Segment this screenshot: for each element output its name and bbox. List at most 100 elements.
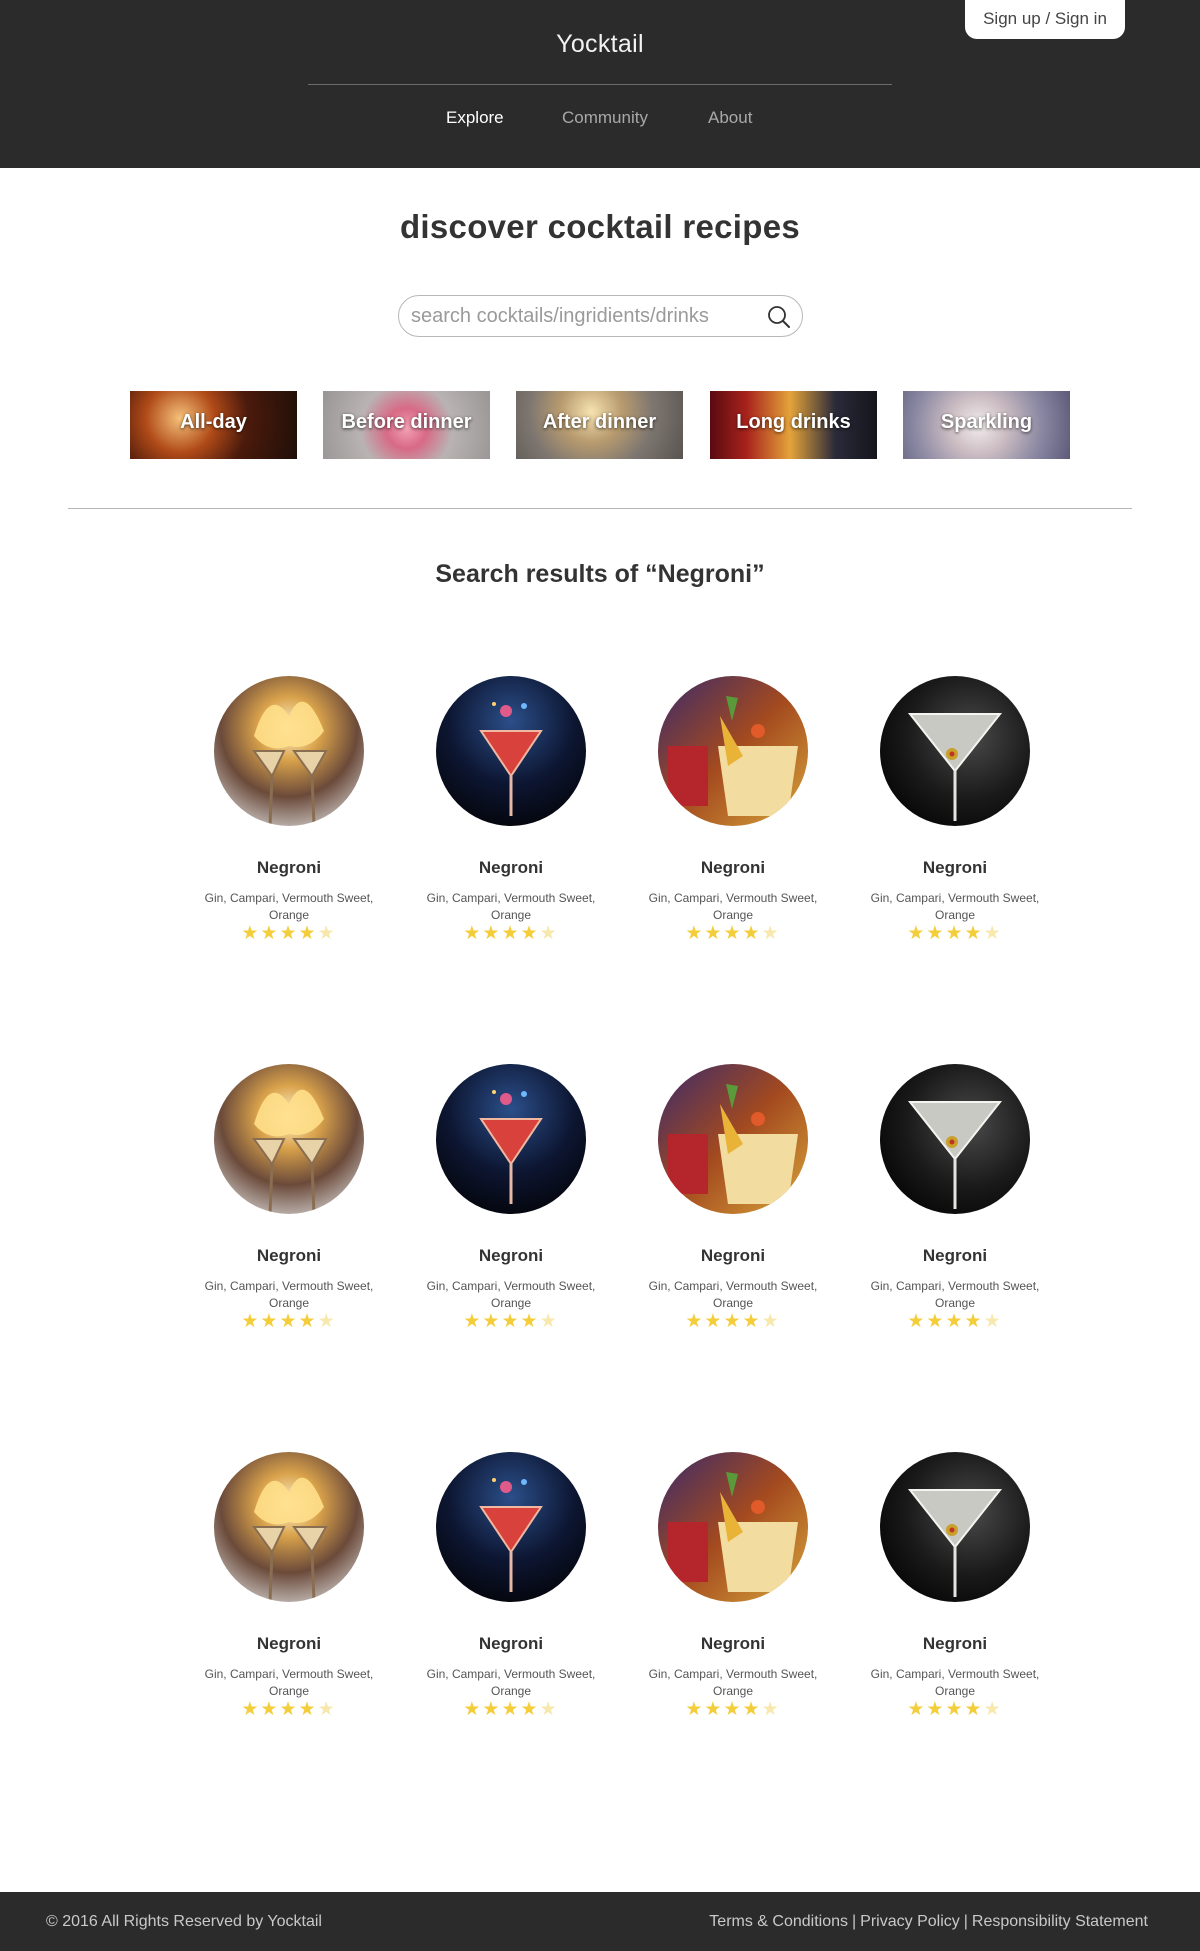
star-icon[interactable]: ★: [926, 1699, 945, 1720]
star-rating[interactable]: ★★★★★: [388, 1310, 634, 1333]
star-icon[interactable]: ★: [685, 1311, 704, 1332]
star-icon[interactable]: ★: [279, 923, 298, 944]
star-icon[interactable]: ★: [704, 1699, 723, 1720]
star-icon[interactable]: ★: [463, 1699, 482, 1720]
star-rating[interactable]: ★★★★★: [832, 922, 1078, 945]
cocktail-image[interactable]: [658, 676, 808, 826]
star-icon[interactable]: ★: [279, 1699, 298, 1720]
star-icon[interactable]: ★: [704, 1311, 723, 1332]
cocktail-name[interactable]: Negroni: [610, 1634, 856, 1654]
cocktail-image[interactable]: [214, 676, 364, 826]
star-icon[interactable]: ★: [241, 1311, 260, 1332]
search-icon[interactable]: [766, 304, 792, 330]
star-rating[interactable]: ★★★★★: [610, 1698, 856, 1721]
star-rating[interactable]: ★★★★★: [388, 1698, 634, 1721]
cocktail-name[interactable]: Negroni: [166, 1634, 412, 1654]
star-icon[interactable]: ★: [521, 923, 540, 944]
star-icon[interactable]: ★: [965, 1311, 984, 1332]
star-icon[interactable]: ★: [540, 923, 559, 944]
cocktail-image[interactable]: [436, 1064, 586, 1214]
star-rating[interactable]: ★★★★★: [388, 922, 634, 945]
star-icon[interactable]: ★: [318, 923, 337, 944]
star-icon[interactable]: ★: [279, 1311, 298, 1332]
star-icon[interactable]: ★: [926, 1311, 945, 1332]
star-icon[interactable]: ★: [482, 1699, 501, 1720]
cocktail-image[interactable]: [436, 1452, 586, 1602]
star-icon[interactable]: ★: [685, 923, 704, 944]
star-icon[interactable]: ★: [501, 923, 520, 944]
category-long-drinks[interactable]: Long drinks: [710, 391, 877, 459]
responsibility-link[interactable]: Responsibility Statement: [972, 1913, 1148, 1930]
star-icon[interactable]: ★: [540, 1699, 559, 1720]
star-icon[interactable]: ★: [501, 1311, 520, 1332]
star-icon[interactable]: ★: [723, 1311, 742, 1332]
category-all-day[interactable]: All-day: [130, 391, 297, 459]
star-icon[interactable]: ★: [299, 1311, 318, 1332]
star-icon[interactable]: ★: [521, 1699, 540, 1720]
star-rating[interactable]: ★★★★★: [166, 1698, 412, 1721]
star-rating[interactable]: ★★★★★: [832, 1698, 1078, 1721]
signin-button[interactable]: Sign up / Sign in: [965, 0, 1125, 39]
star-icon[interactable]: ★: [723, 923, 742, 944]
star-icon[interactable]: ★: [260, 1311, 279, 1332]
cocktail-image[interactable]: [880, 1064, 1030, 1214]
cocktail-name[interactable]: Negroni: [832, 1634, 1078, 1654]
star-icon[interactable]: ★: [762, 923, 781, 944]
result-card[interactable]: Negroni Gin, Campari, Vermouth Sweet, Ora…: [610, 676, 830, 976]
star-icon[interactable]: ★: [907, 1699, 926, 1720]
star-icon[interactable]: ★: [318, 1311, 337, 1332]
result-card[interactable]: Negroni Gin, Campari, Vermouth Sweet, Ora…: [832, 1064, 1052, 1364]
star-icon[interactable]: ★: [482, 1311, 501, 1332]
star-rating[interactable]: ★★★★★: [832, 1310, 1078, 1333]
star-icon[interactable]: ★: [984, 1699, 1003, 1720]
result-card[interactable]: Negroni Gin, Campari, Vermouth Sweet, Ora…: [388, 676, 608, 976]
star-icon[interactable]: ★: [965, 1699, 984, 1720]
result-card[interactable]: Negroni Gin, Campari, Vermouth Sweet, Ora…: [610, 1064, 830, 1364]
cocktail-image[interactable]: [658, 1452, 808, 1602]
cocktail-name[interactable]: Negroni: [388, 1634, 634, 1654]
star-icon[interactable]: ★: [260, 1699, 279, 1720]
star-icon[interactable]: ★: [743, 923, 762, 944]
star-icon[interactable]: ★: [984, 1311, 1003, 1332]
star-icon[interactable]: ★: [463, 923, 482, 944]
star-icon[interactable]: ★: [723, 1699, 742, 1720]
star-icon[interactable]: ★: [945, 923, 964, 944]
star-icon[interactable]: ★: [907, 1311, 926, 1332]
star-icon[interactable]: ★: [241, 923, 260, 944]
star-icon[interactable]: ★: [482, 923, 501, 944]
result-card[interactable]: Negroni Gin, Campari, Vermouth Sweet, Ora…: [610, 1452, 830, 1752]
category-sparkling[interactable]: Sparkling: [903, 391, 1070, 459]
star-icon[interactable]: ★: [318, 1699, 337, 1720]
star-icon[interactable]: ★: [501, 1699, 520, 1720]
nav-about[interactable]: About: [708, 108, 752, 128]
star-icon[interactable]: ★: [260, 923, 279, 944]
star-icon[interactable]: ★: [984, 923, 1003, 944]
star-icon[interactable]: ★: [762, 1311, 781, 1332]
star-icon[interactable]: ★: [762, 1699, 781, 1720]
nav-community[interactable]: Community: [562, 108, 648, 128]
star-icon[interactable]: ★: [540, 1311, 559, 1332]
cocktail-name[interactable]: Negroni: [388, 1246, 634, 1266]
result-card[interactable]: Negroni Gin, Campari, Vermouth Sweet, Ora…: [832, 676, 1052, 976]
cocktail-name[interactable]: Negroni: [610, 858, 856, 878]
star-icon[interactable]: ★: [685, 1699, 704, 1720]
star-icon[interactable]: ★: [965, 923, 984, 944]
cocktail-name[interactable]: Negroni: [610, 1246, 856, 1266]
terms-link[interactable]: Terms & Conditions: [709, 1913, 848, 1930]
result-card[interactable]: Negroni Gin, Campari, Vermouth Sweet, Ora…: [388, 1452, 608, 1752]
star-rating[interactable]: ★★★★★: [610, 1310, 856, 1333]
cocktail-image[interactable]: [436, 676, 586, 826]
star-rating[interactable]: ★★★★★: [610, 922, 856, 945]
nav-explore[interactable]: Explore: [446, 108, 504, 128]
result-card[interactable]: Negroni Gin, Campari, Vermouth Sweet, Ora…: [388, 1064, 608, 1364]
star-icon[interactable]: ★: [743, 1311, 762, 1332]
cocktail-name[interactable]: Negroni: [166, 1246, 412, 1266]
star-icon[interactable]: ★: [945, 1699, 964, 1720]
category-after-dinner[interactable]: After dinner: [516, 391, 683, 459]
cocktail-name[interactable]: Negroni: [832, 858, 1078, 878]
result-card[interactable]: Negroni Gin, Campari, Vermouth Sweet, Ora…: [166, 1064, 386, 1364]
cocktail-image[interactable]: [214, 1064, 364, 1214]
privacy-link[interactable]: Privacy Policy: [860, 1913, 960, 1930]
star-icon[interactable]: ★: [463, 1311, 482, 1332]
star-icon[interactable]: ★: [743, 1699, 762, 1720]
